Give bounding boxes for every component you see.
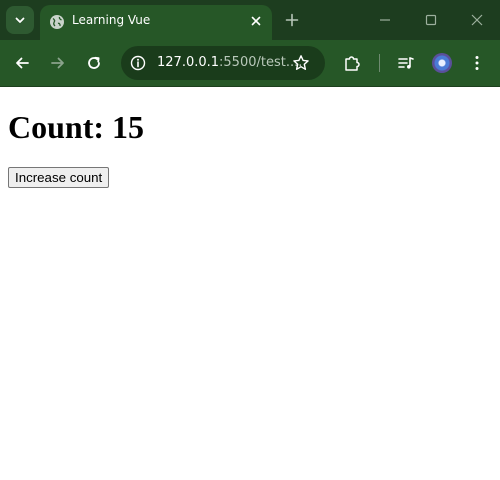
new-tab-button[interactable] [283,11,301,29]
close-icon [251,16,261,26]
tab-search-button[interactable] [6,6,34,34]
toolbar-separator [379,54,380,72]
toolbar: 127.0.0.1:5500/test.... [0,40,500,87]
maximize-button[interactable] [421,10,441,30]
star-icon [293,55,309,70]
bookmark-button[interactable] [291,53,311,73]
back-button[interactable] [11,52,33,74]
count-label: Count: [8,109,105,145]
tab-title: Learning Vue [72,13,151,27]
media-controls-button[interactable] [395,52,417,74]
maximize-icon [425,14,437,26]
increase-count-button[interactable]: Increase count [8,167,110,188]
page-content: Count: 15 Increase count [0,87,500,480]
reload-button[interactable] [83,52,105,74]
site-info-button[interactable] [129,54,147,72]
puzzle-icon [345,56,360,71]
menu-button[interactable] [466,52,488,74]
tab-close-button[interactable] [248,13,264,29]
url-text[interactable]: 127.0.0.1:5500/test.... [157,55,302,70]
globe-icon [50,15,64,29]
kebab-menu-icon [475,56,479,70]
address-bar[interactable]: 127.0.0.1:5500/test.... [121,46,325,80]
extensions-button[interactable] [341,52,363,74]
url-path: :5500/test.... [219,55,303,70]
forward-button[interactable] [47,52,69,74]
back-arrow-icon [16,57,29,69]
forward-arrow-icon [51,57,64,69]
browser-window: Learning Vue 127.0.0.1:5500/test.... Cou… [0,0,500,480]
close-icon [471,14,483,26]
chevron-down-icon [15,17,25,23]
minimize-button[interactable] [375,10,395,30]
avatar[interactable] [432,53,452,73]
playlist-icon [398,57,414,69]
count-heading: Count: 15 [8,108,144,146]
window-close-button[interactable] [467,10,487,30]
info-icon [130,55,146,71]
count-value: 15 [112,109,145,145]
tab-learning-vue[interactable]: Learning Vue [40,5,272,40]
reload-icon [88,56,100,69]
plus-icon [285,13,299,27]
url-host: 127.0.0.1 [157,55,220,70]
tab-strip: Learning Vue [0,0,500,40]
minimize-icon [380,19,390,21]
